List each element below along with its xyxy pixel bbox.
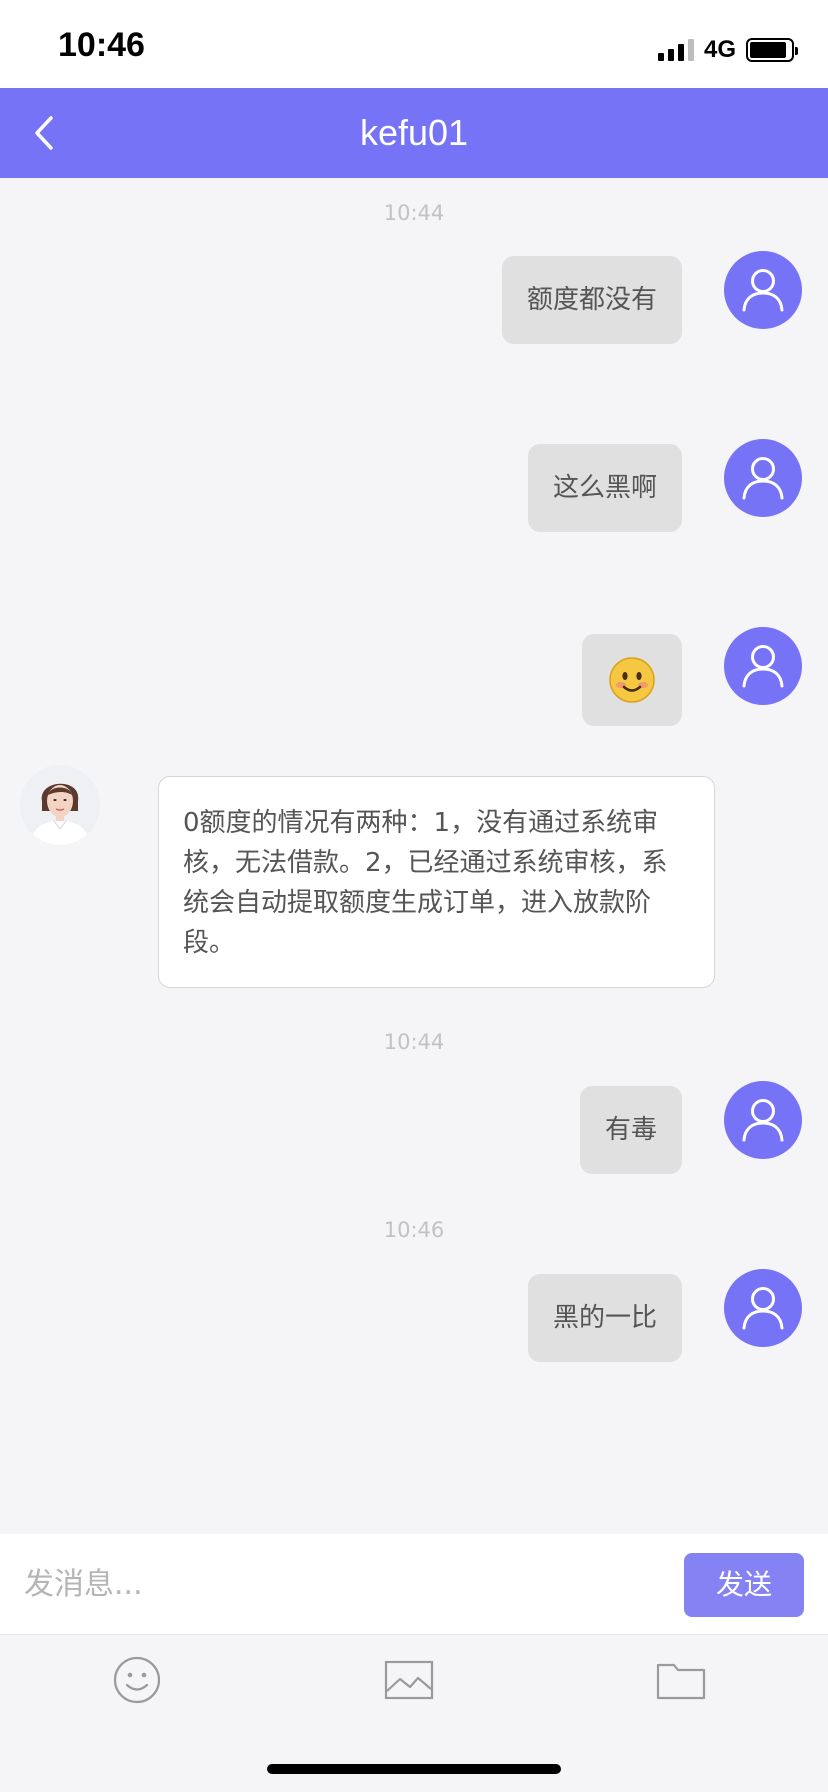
file-button[interactable] (656, 1655, 706, 1705)
network-type: 4G (703, 36, 736, 63)
home-indicator (267, 1764, 561, 1774)
user-icon (742, 269, 784, 312)
message-bubble-outgoing[interactable]: 这么黑啊 (527, 444, 682, 532)
message-input[interactable] (24, 1554, 664, 1614)
user-icon (742, 645, 784, 688)
emoji-button[interactable] (112, 1655, 162, 1705)
status-bar: 10:46 4G (0, 0, 828, 88)
user-avatar[interactable] (724, 627, 802, 705)
page-title: kefu01 (359, 112, 469, 153)
user-avatar[interactable] (724, 439, 802, 517)
message-bubble-outgoing[interactable]: 黑的一比 (527, 1274, 682, 1362)
folder-icon (656, 1663, 706, 1700)
smiling-face-emoji (609, 657, 655, 703)
back-button[interactable] (24, 110, 64, 156)
chat-area[interactable]: 10:44 额度都没有 这么黑啊 0额度的情况有两种：1，没有通过系统审核，无法… (0, 178, 828, 1534)
signal-icon (657, 39, 694, 61)
user-avatar[interactable] (724, 1081, 802, 1159)
timestamp: 10:44 (383, 1030, 445, 1054)
image-icon (384, 1660, 434, 1700)
message-bubble-emoji[interactable] (582, 634, 682, 726)
image-button[interactable] (384, 1655, 434, 1705)
send-button[interactable]: 发送 (684, 1553, 804, 1617)
chevron-left-icon (35, 116, 53, 150)
attachment-toolbar (0, 1634, 828, 1722)
status-indicators: 4G (657, 36, 798, 64)
agent-photo-icon (20, 765, 100, 845)
emoji-icon (113, 1656, 161, 1704)
message-bubble-outgoing[interactable]: 有毒 (579, 1086, 682, 1174)
nav-header: kefu01 (0, 88, 828, 178)
message-bubble-incoming[interactable]: 0额度的情况有两种：1，没有通过系统审核，无法借款。2，已经通过系统审核，系统会… (158, 776, 715, 988)
agent-avatar[interactable] (20, 765, 100, 845)
user-icon (742, 1099, 784, 1142)
user-icon (742, 457, 784, 500)
battery-icon (746, 38, 798, 62)
user-icon (742, 1287, 784, 1330)
user-avatar[interactable] (724, 251, 802, 329)
timestamp: 10:44 (383, 201, 445, 225)
user-avatar[interactable] (724, 1269, 802, 1347)
input-bar: 发送 (0, 1534, 828, 1634)
timestamp: 10:46 (383, 1218, 445, 1242)
status-time: 10:46 (58, 26, 145, 64)
message-bubble-outgoing[interactable]: 额度都没有 (501, 256, 682, 344)
